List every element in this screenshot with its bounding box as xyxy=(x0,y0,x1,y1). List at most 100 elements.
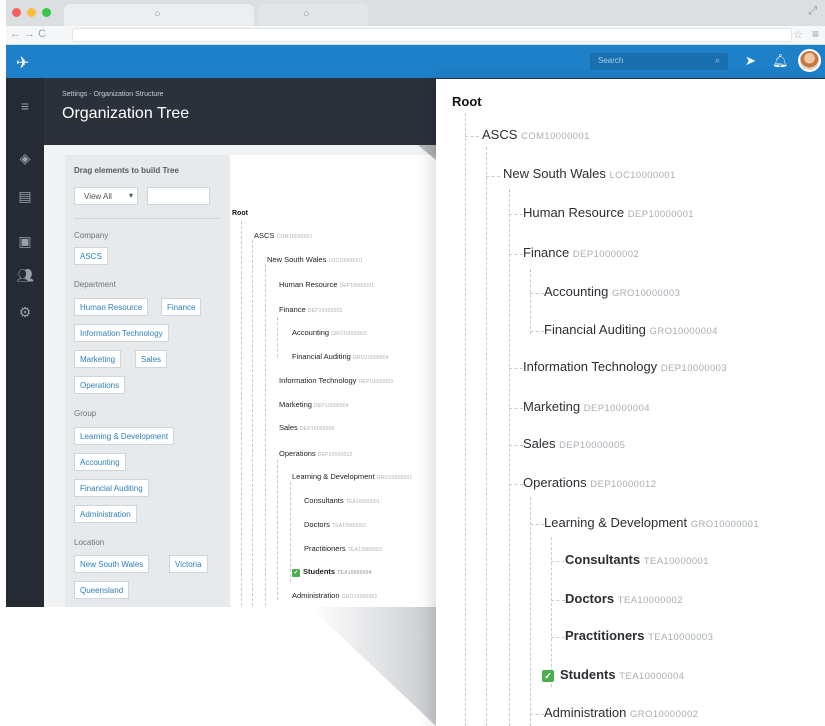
tree-node-small[interactable]: Learning & Development GRO10000001 xyxy=(292,472,413,481)
tree-node-small[interactable]: Consultants TEA10000001 xyxy=(304,496,380,505)
tree-node[interactable]: Sales DEP10000005 xyxy=(523,436,625,451)
section-group: Group xyxy=(74,409,97,418)
tree-node[interactable]: Accounting GRO10000003 xyxy=(544,284,680,299)
tree-node-small[interactable]: Human Resource DEP10000001 xyxy=(279,280,374,289)
tree-node-small[interactable]: Finance DEP10000002 xyxy=(279,305,343,314)
tree-node[interactable]: Information Technology DEP10000003 xyxy=(523,359,727,374)
tree-node[interactable]: Finance DEP10000002 xyxy=(523,245,639,260)
chip-group[interactable]: Administration xyxy=(74,505,137,523)
chip-department[interactable]: Finance xyxy=(161,298,202,316)
tree-node-small[interactable]: Operations DEP10000012 xyxy=(279,449,353,458)
node-code: DEP10000005 xyxy=(559,440,626,451)
chip-department[interactable]: Information Technology xyxy=(74,324,169,342)
search-input[interactable]: Search ⌕ xyxy=(590,53,728,70)
browser-tab-new[interactable]: ○ xyxy=(258,4,368,26)
node-name: Finance xyxy=(523,245,570,260)
node-name: New South Wales xyxy=(503,166,606,181)
node-name: Sales xyxy=(523,436,556,451)
close-window-button[interactable] xyxy=(12,8,21,17)
tree-node-small[interactable]: Doctors TEA10000002 xyxy=(304,520,366,529)
tree-node-small[interactable]: New South Wales LOC10000001 xyxy=(267,255,363,264)
check-icon[interactable]: ✓ xyxy=(292,569,300,577)
tree-node-small[interactable]: Accounting GRO10000003 xyxy=(292,328,367,337)
paper-plane-logo-icon[interactable]: ✈ xyxy=(16,53,29,73)
chip-department[interactable]: Marketing xyxy=(74,350,122,368)
node-code: TEA10000003 xyxy=(648,632,714,643)
layers-icon[interactable]: ◈ xyxy=(6,150,44,167)
users-icon[interactable]: 👥︎ xyxy=(6,267,44,284)
navigation-icons[interactable]: ← → C xyxy=(10,28,46,40)
minimize-window-button[interactable] xyxy=(27,8,36,17)
node-name: Marketing xyxy=(523,399,581,414)
node-code: TEA10000003 xyxy=(347,547,382,553)
node-name: Practitioners xyxy=(565,628,645,643)
check-icon[interactable]: ✓ xyxy=(542,670,554,682)
id-card-icon[interactable]: ▤ xyxy=(6,188,44,205)
tree-node[interactable]: Marketing DEP10000004 xyxy=(523,399,650,414)
filter-input[interactable] xyxy=(147,187,210,205)
chart-icon[interactable]: ▣ xyxy=(6,233,44,250)
send-icon[interactable]: ➤ xyxy=(745,53,756,69)
tree-node[interactable]: New South Wales LOC10000001 xyxy=(503,166,676,181)
node-code: DEP10000003 xyxy=(358,379,394,385)
chip-group[interactable]: Accounting xyxy=(74,453,126,471)
node-name: Information Technology xyxy=(523,359,658,374)
bookmark-star-icon[interactable]: ☆ xyxy=(793,28,803,41)
chip-department[interactable]: Sales xyxy=(135,350,168,368)
tree-node[interactable]: Administration GRO10000002 xyxy=(544,705,698,720)
tree-node-small[interactable]: Financial Auditing GRO10000004 xyxy=(292,352,389,361)
tree-node-small[interactable]: Marketing DEP10000004 xyxy=(279,400,349,409)
node-code: DEP10000004 xyxy=(583,403,650,414)
browser-menu-icon[interactable]: ≡ xyxy=(812,27,819,41)
chip-department[interactable]: Operations xyxy=(74,376,126,394)
url-input[interactable] xyxy=(72,28,792,42)
node-code: DEP10000002 xyxy=(307,308,343,314)
tree-node-small[interactable]: ASCS COM10000001 xyxy=(254,231,313,240)
tree-node[interactable]: Consultants TEA10000001 xyxy=(565,552,709,567)
chip-company[interactable]: ASCS xyxy=(74,247,108,265)
chip-department[interactable]: Human Resource xyxy=(74,298,149,316)
hamburger-menu-icon[interactable]: ≡ xyxy=(6,98,44,114)
node-name: Operations xyxy=(279,449,316,458)
tree-node-small-selected[interactable]: ✓ Students TEA10000004 xyxy=(292,567,372,577)
tree-node-small[interactable]: Administration GRO10000002 xyxy=(292,591,377,600)
breadcrumb[interactable]: Settings - Organization Structure xyxy=(62,91,164,98)
node-name: Information Technology xyxy=(279,376,357,385)
tree-node[interactable]: Human Resource DEP10000001 xyxy=(523,205,694,220)
tree-node[interactable]: Doctors TEA10000002 xyxy=(565,591,683,606)
tree-line xyxy=(252,240,253,606)
chip-group[interactable]: Learning & Development xyxy=(74,427,175,445)
avatar[interactable] xyxy=(798,49,821,72)
chip-group[interactable]: Financial Auditing xyxy=(74,479,149,497)
fullscreen-icon[interactable]: ⤢ xyxy=(808,5,817,18)
node-name: Administration xyxy=(544,705,627,720)
tree-node[interactable]: Practitioners TEA10000003 xyxy=(565,628,713,643)
tree-node-selected[interactable]: ✓ Students TEA10000004 xyxy=(542,667,684,682)
node-code: TEA10000002 xyxy=(617,595,683,606)
zoomed-tree-panel: Root ASCS COM10000001 New South Wales LO… xyxy=(436,79,825,726)
node-name: Accounting xyxy=(544,284,609,299)
chip-location[interactable]: New South Wales xyxy=(74,555,150,573)
maximize-window-button[interactable] xyxy=(42,8,51,17)
chip-location[interactable]: Victoria xyxy=(169,555,208,573)
browser-tab-active[interactable]: ○ xyxy=(64,4,254,26)
gear-icon[interactable]: ⚙ xyxy=(6,304,44,321)
tree-node[interactable]: ASCS COM10000001 xyxy=(482,127,590,142)
node-code: GRO10000002 xyxy=(341,594,378,600)
tab-loading-icon: ○ xyxy=(154,8,161,20)
tree-node-small[interactable]: Sales DEP10000005 xyxy=(279,423,335,432)
node-code: TEA10000004 xyxy=(619,671,685,682)
tree-node[interactable]: Financial Auditing GRO10000004 xyxy=(544,322,718,337)
node-code: DEP10000012 xyxy=(317,452,353,458)
tree-line xyxy=(277,460,278,600)
tree-node[interactable]: Learning & Development GRO10000001 xyxy=(544,515,759,530)
section-department: Department xyxy=(74,280,116,289)
chevron-down-icon: ▾ xyxy=(128,191,133,200)
tree-node[interactable]: Operations DEP10000012 xyxy=(523,475,656,490)
tree-node-small[interactable]: Practitioners TEA10000003 xyxy=(304,544,382,553)
view-select[interactable]: View All ▾ xyxy=(74,187,138,205)
tree-line xyxy=(551,537,552,687)
chip-location[interactable]: Queensland xyxy=(74,581,130,599)
bell-icon[interactable]: 🔔︎ xyxy=(772,53,789,69)
tree-node-small[interactable]: Information Technology DEP10000003 xyxy=(279,376,393,385)
